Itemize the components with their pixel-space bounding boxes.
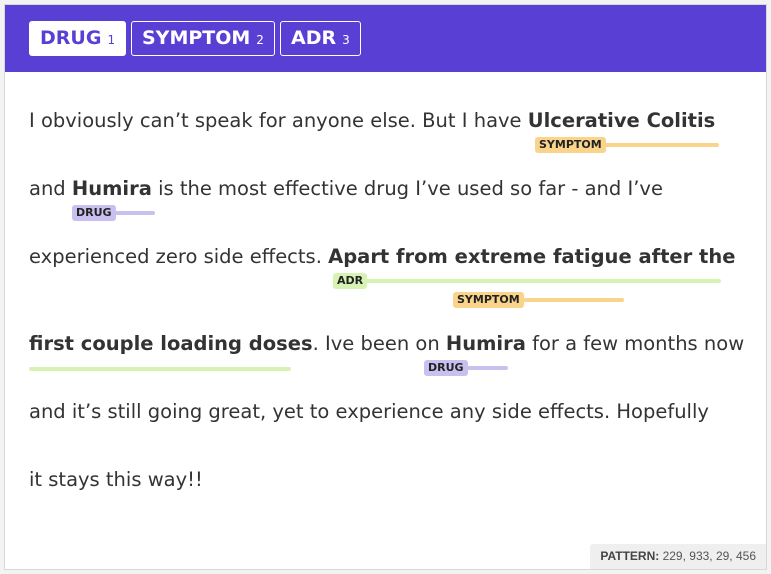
pattern-label: PATTERN: xyxy=(600,549,660,563)
text-segment: I obviously can’t speak for anyone else.… xyxy=(29,109,528,132)
header-bar: DRUG 1 SYMPTOM 2 ADR 3 xyxy=(5,5,766,72)
symptom-tag[interactable]: SYMPTOM xyxy=(535,137,606,153)
text-line-1: I obviously can’t speak for anyone else.… xyxy=(29,109,715,132)
tab-drug-label: DRUG xyxy=(40,27,102,49)
adr-underline xyxy=(333,279,721,283)
adr-underline-2 xyxy=(29,367,291,371)
tab-adr[interactable]: ADR 3 xyxy=(280,21,361,56)
text-line-2: and Humira is the most effective drug I’… xyxy=(29,177,663,200)
annotation-card: DRUG 1 SYMPTOM 2 ADR 3 I obviously can’t sp… xyxy=(4,4,767,570)
text-line-3: experienced zero side effects. Apart fro… xyxy=(29,245,735,268)
drug-tag-2[interactable]: DRUG xyxy=(424,360,468,376)
symptom-tag-2[interactable]: SYMPTOM xyxy=(453,292,524,308)
entity-humira[interactable]: Humira xyxy=(72,177,152,200)
entity-loading-doses[interactable]: first couple loading doses xyxy=(29,332,313,355)
tab-drug-key: 1 xyxy=(107,33,116,47)
text-segment: . Ive been on xyxy=(312,332,446,355)
text-line-6: it stays this way!! xyxy=(29,468,203,491)
entity-fatigue-phrase[interactable]: Apart from extreme fatigue after the xyxy=(328,245,735,268)
tab-drug[interactable]: DRUG 1 xyxy=(29,21,127,56)
adr-tag[interactable]: ADR xyxy=(333,273,368,289)
tab-symptom[interactable]: SYMPTOM 2 xyxy=(131,21,275,56)
text-segment: experienced zero side effects. xyxy=(29,245,329,268)
entity-humira-2[interactable]: Humira xyxy=(446,332,526,355)
text-line-4: first couple loading doses. Ive been on … xyxy=(29,332,744,355)
tab-adr-label: ADR xyxy=(291,27,337,49)
entity-ulcerative-colitis[interactable]: Ulcerative Colitis xyxy=(528,109,716,132)
tab-symptom-key: 2 xyxy=(256,33,264,47)
tab-symptom-label: SYMPTOM xyxy=(142,27,251,49)
text-segment: for a few months now xyxy=(525,332,745,355)
text-line-5: and it’s still going great, yet to exper… xyxy=(29,400,709,423)
text-segment: and xyxy=(29,177,72,200)
drug-tag[interactable]: DRUG xyxy=(72,205,116,221)
tab-adr-key: 3 xyxy=(342,33,350,47)
pattern-value: 229, 933, 29, 456 xyxy=(662,549,756,563)
pattern-badge: PATTERN: 229, 933, 29, 456 xyxy=(590,544,766,569)
text-segment: is the most effective drug I’ve used so … xyxy=(151,177,663,200)
